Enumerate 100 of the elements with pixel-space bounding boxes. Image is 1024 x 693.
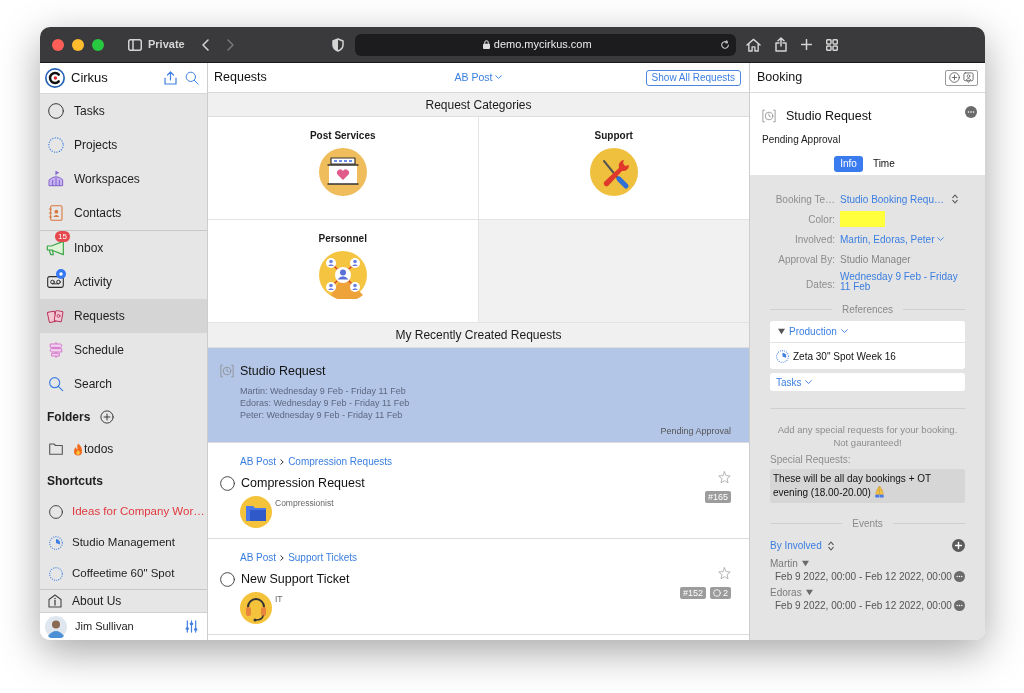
reload-icon[interactable] [719,39,730,50]
zoom-window-button[interactable] [92,38,104,51]
chevron-down-icon [495,75,503,80]
sidebar-nav-item[interactable]: Projects [40,128,207,162]
megaphone-icon [45,240,66,256]
search-icon [47,376,64,392]
circle-checkbox-icon[interactable] [220,571,235,587]
reference-item[interactable]: Zeta 30" Spot Week 16 [770,343,965,369]
address-field[interactable]: demo.mycirkus.com [354,33,736,56]
booking-status: Pending Approval [762,132,842,147]
breadcrumb-link[interactable]: AB Post [240,550,277,565]
sidebar-nav-item[interactable]: Workspaces [40,162,207,196]
section-header: My Recently Created Requests [208,323,749,348]
folder-item[interactable]: todos [40,432,207,466]
field-label: Color: [807,212,835,227]
info-icon [48,594,62,608]
category-label: Compressionist [275,496,334,510]
special-requests-field[interactable]: These will be all day bookings + OT evening (18.00-20.00) [770,469,965,503]
unread-count-badge: 15 [55,231,70,242]
plus-circle-icon[interactable] [100,409,115,424]
segment-tab[interactable]: Time [866,155,901,172]
share-icon[interactable] [774,37,787,52]
section-heading: Events [852,517,883,531]
breadcrumb-link[interactable]: Support Tickets [288,550,358,565]
category-label: IT [275,592,283,606]
star-icon[interactable] [718,471,731,484]
praying-hands-icon [873,486,885,498]
wrench-screwdriver-icon [589,148,638,196]
sidebar-nav-item[interactable]: Activity [40,265,207,299]
field-value: Studio Manager [840,252,911,267]
star-icon[interactable] [718,567,731,580]
more-icon[interactable] [965,106,977,119]
ellipsis-icon[interactable] [954,600,965,611]
chevron-down-icon [804,379,812,385]
segment-tab[interactable]: Info [834,155,863,172]
progress-circle-icon [776,349,789,363]
person-bubble-icon[interactable] [963,72,974,83]
cards-icon [47,308,64,324]
add-event-icon[interactable] [952,539,965,552]
color-swatch[interactable] [840,211,885,227]
tasks-dropdown[interactable]: Tasks [770,373,965,391]
workspace-dropdown[interactable]: AB Post [454,69,503,86]
search-icon[interactable] [185,71,199,85]
contact-card-icon [47,205,64,221]
sidebar-nav-item[interactable]: Schedule [40,333,207,367]
chevron-down-icon [937,236,945,242]
flame-icon [73,442,83,456]
chevron-right-icon [280,458,285,465]
ticket-number: #152 [679,587,706,599]
request-status: Pending Approval [660,424,731,438]
event-time: Feb 9 2022, 00:00 - Feb 12 2022, 00:00 [775,600,953,611]
clock-icon [220,364,234,379]
ellipsis-icon[interactable] [954,571,965,582]
group-toggle[interactable]: Edoras [770,585,965,599]
show-all-requests-button[interactable]: Show All Requests [645,69,741,86]
shortcut-item[interactable]: Studio Management [40,527,207,558]
request-title: Studio Request [240,363,326,380]
avatar-icon [45,615,67,638]
clock-icon [762,109,776,124]
up-down-chevron-icon [827,540,834,551]
shortcut-item[interactable]: Coffeetime 60" Spot [40,558,207,589]
panel-title: Requests [214,69,267,87]
shortcut-item[interactable]: Ideas for Company Wor… [40,496,207,527]
breadcrumb-link[interactable]: Compression Requests [288,454,393,469]
back-icon[interactable] [201,38,209,51]
request-title: Compression Request [241,475,365,492]
forward-icon[interactable] [226,38,234,51]
people-network-icon [318,251,367,299]
close-window-button[interactable] [52,38,64,51]
sidebar-nav-item[interactable]: Requests [40,299,207,333]
heart-sign-icon [318,148,367,196]
shield-icon[interactable] [331,37,344,52]
request-row[interactable]: Studio Request Martin: Wednesday 9 Feb - Friday 11 Feb Edoras: Wednesday 9 Feb - Friday 11 Feb Peter: Wednesday 9 Feb - Friday 11 Feb Pending Approval [208,348,749,443]
sliders-icon[interactable] [185,620,198,633]
breadcrumb-link[interactable]: AB Post [240,454,277,469]
sidebar-nav-item[interactable]: Contacts [40,196,207,230]
sidebar-icon [128,38,142,51]
field-label: Involved: [793,232,835,247]
sidebar-nav-item[interactable]: Tasks [40,94,207,128]
app-name: Cirkus [71,69,108,88]
circle-checkbox-icon[interactable] [220,475,235,491]
folder-icon [240,495,272,528]
home-icon[interactable] [745,37,761,52]
new-tab-icon[interactable] [800,39,812,50]
sidebar-nav-item[interactable]: 15 Inbox [40,231,207,265]
chevron-right-icon [280,554,285,561]
plus-circle-icon[interactable] [949,72,960,83]
tab-overview-icon[interactable] [825,38,838,51]
group-toggle[interactable]: Martin [770,556,965,570]
lock-icon [482,40,490,49]
field-label: Special Requests: [770,453,852,467]
ticket-number: #165 [704,491,731,503]
minimize-window-button[interactable] [72,38,84,51]
sidebar-nav-item[interactable]: Search [40,367,207,401]
tab-group-button[interactable]: Private [128,36,185,53]
upload-icon[interactable] [164,71,177,85]
comment-count: 2 [723,587,728,599]
request-title: New Support Ticket [241,571,350,588]
category-tile[interactable]: Post Services [208,117,479,220]
group-toggle[interactable]: Production [770,321,965,343]
